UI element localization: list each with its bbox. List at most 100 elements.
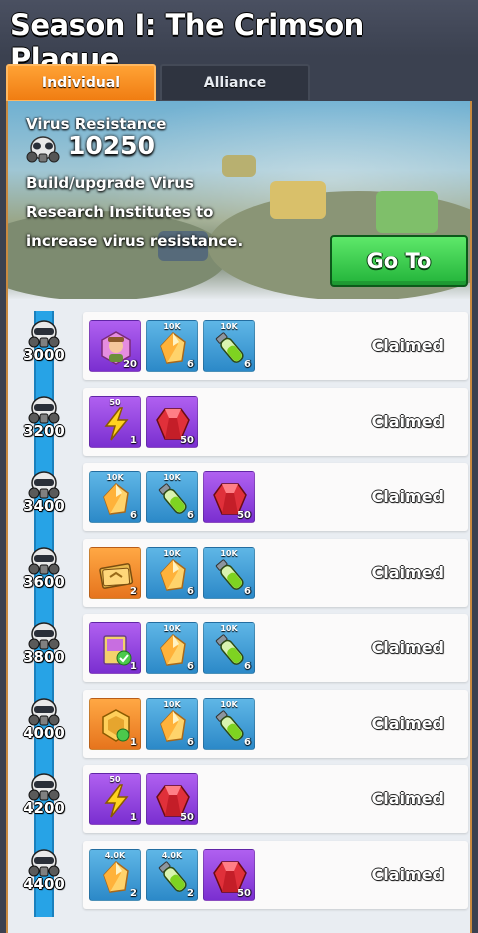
reward-quantity: 2	[130, 585, 137, 597]
page-title: Season I: The Crimson Plague	[0, 0, 478, 76]
reward-quantity: 6	[244, 736, 251, 748]
gem-reward-item[interactable]: 50	[146, 773, 198, 825]
vial-reward-item[interactable]: 10K 6	[203, 546, 255, 599]
crystal-reward-item[interactable]: 10K 6	[146, 697, 198, 750]
vial-reward-item[interactable]: 10K 6	[146, 471, 198, 523]
crystal-reward-item[interactable]: 4.0K 2	[89, 848, 141, 901]
go-to-button[interactable]: Go To	[330, 235, 468, 287]
reward-card: 50 1 50 Claimed	[83, 765, 468, 833]
reward-amount-label: 4.0K	[161, 850, 183, 860]
crystal-icon	[103, 482, 129, 515]
description-line: Research Institutes to	[26, 203, 214, 221]
reward-amount-label: 10K	[163, 473, 181, 482]
vial-reward-item[interactable]: 10K 6	[203, 622, 255, 674]
reward-quantity: 6	[187, 736, 194, 748]
reward-amount-label: 50	[109, 775, 121, 784]
reward-row: 4000 1 10K 6 10K 6 Claimed	[8, 684, 470, 758]
vial-icon	[158, 860, 187, 892]
reward-quantity: 6	[244, 661, 251, 672]
claimed-status: Claimed	[371, 487, 444, 506]
badge-icon	[102, 708, 130, 742]
rewards-panel: Virus Resistance 10250 Build/upgrade Vir…	[6, 101, 472, 933]
claimed-status: Claimed	[371, 638, 444, 657]
tab-individual[interactable]: Individual	[6, 64, 156, 102]
claimed-status: Claimed	[371, 411, 444, 431]
vial-reward-item[interactable]: 4.0K 2	[146, 848, 198, 901]
reward-amount-label: 10K	[163, 699, 181, 709]
vial-icon	[215, 558, 244, 590]
vial-reward-item[interactable]: 10K 6	[203, 320, 255, 372]
reward-amount-label: 4.0K	[104, 850, 126, 860]
crystal-icon	[160, 633, 186, 666]
vial-reward-item[interactable]: 10K 6	[203, 697, 255, 750]
avatar-reward-item[interactable]: 20	[89, 320, 141, 372]
tank-decoration	[376, 191, 438, 233]
reward-card: 1 10K 6 10K 6 Claimed	[83, 689, 468, 758]
reward-row: 3000 20 10K 6 10K 6 Claimed	[8, 306, 470, 380]
reward-amount-label: 10K	[163, 624, 181, 633]
reward-quantity: 1	[130, 812, 137, 823]
reward-amount-label: 10K	[220, 548, 238, 558]
bolt-reward-item[interactable]: 50 1	[89, 395, 141, 448]
reward-quantity: 1	[130, 661, 137, 672]
vial-icon	[158, 483, 187, 514]
reward-quantity: 50	[237, 887, 251, 899]
crystal-reward-item[interactable]: 10K 6	[89, 471, 141, 523]
milestone-value: 3800	[23, 648, 65, 666]
milestone-marker: 3800	[18, 622, 70, 678]
reward-card: 4.0K 2 4.0K 2 50 Claimed	[83, 840, 468, 909]
reward-quantity: 6	[187, 510, 194, 521]
gem-reward-item[interactable]: 50	[146, 395, 198, 448]
reward-quantity: 50	[237, 510, 251, 521]
reward-row: 3400 10K 6 10K 6 50 Claimed	[8, 457, 470, 531]
milestone-value: 3000	[23, 346, 65, 364]
tab-bar: Individual Alliance	[6, 64, 472, 102]
reward-row: 4400 4.0K 2 4.0K 2 50 Claimed	[8, 835, 470, 909]
vial-icon	[215, 709, 244, 741]
gem-reward-item[interactable]: 50	[203, 471, 255, 523]
badge-reward-item[interactable]: 1	[89, 697, 141, 750]
reward-card: 50 1 50 Claimed	[83, 387, 468, 456]
claimed-status: Claimed	[371, 864, 444, 884]
milestone-value: 4400	[23, 874, 65, 893]
crystal-reward-item[interactable]: 10K 6	[146, 546, 198, 599]
gas-mask-icon	[26, 136, 60, 163]
reward-quantity: 20	[123, 359, 137, 370]
reward-quantity: 2	[187, 887, 194, 899]
tab-alliance[interactable]: Alliance	[160, 64, 310, 102]
reward-amount-label: 10K	[163, 322, 181, 331]
milestone-value: 3200	[23, 421, 65, 440]
milestone-marker: 4400	[18, 848, 70, 905]
reward-amount-label: 10K	[220, 322, 238, 331]
claimed-status: Claimed	[371, 789, 444, 808]
crystal-reward-item[interactable]: 10K 6	[146, 320, 198, 372]
gem-reward-item[interactable]: 50	[203, 848, 255, 901]
milestone-marker: 3200	[18, 395, 70, 452]
reward-quantity: 6	[244, 585, 251, 597]
claimed-status: Claimed	[371, 562, 444, 582]
reward-amount-label: 10K	[106, 473, 124, 482]
reward-card: 10K 6 10K 6 50 Claimed	[83, 463, 468, 531]
claimed-status: Claimed	[371, 336, 444, 355]
crystal-icon	[160, 709, 186, 742]
reward-quantity: 6	[187, 359, 194, 370]
milestone-marker: 3600	[18, 546, 70, 603]
milestone-value: 3400	[23, 497, 65, 515]
milestone-marker: 4000	[18, 697, 70, 754]
reward-card: 20 10K 6 10K 6 Claimed	[83, 312, 468, 380]
book-reward-item[interactable]: 1	[89, 622, 141, 674]
card-icon	[99, 562, 134, 589]
reward-row: 4200 50 1 50 Claimed	[8, 759, 470, 833]
reward-row: 3200 50 1 50 Claimed	[8, 382, 470, 456]
reward-row: 3600 2 10K 6 10K 6 Claimed	[8, 533, 470, 607]
description-line: Build/upgrade Virus	[26, 174, 194, 192]
bolt-reward-item[interactable]: 50 1	[89, 773, 141, 825]
reward-amount-label: 10K	[220, 624, 238, 633]
reward-row: 3800 1 10K 6 10K 6 Claimed	[8, 608, 470, 682]
reward-quantity: 1	[130, 434, 137, 446]
reward-quantity: 50	[180, 434, 194, 446]
card-reward-item[interactable]: 2	[89, 546, 141, 599]
description-line: increase virus resistance.	[26, 232, 244, 250]
crystal-reward-item[interactable]: 10K 6	[146, 622, 198, 674]
reward-card: 2 10K 6 10K 6 Claimed	[83, 538, 468, 607]
